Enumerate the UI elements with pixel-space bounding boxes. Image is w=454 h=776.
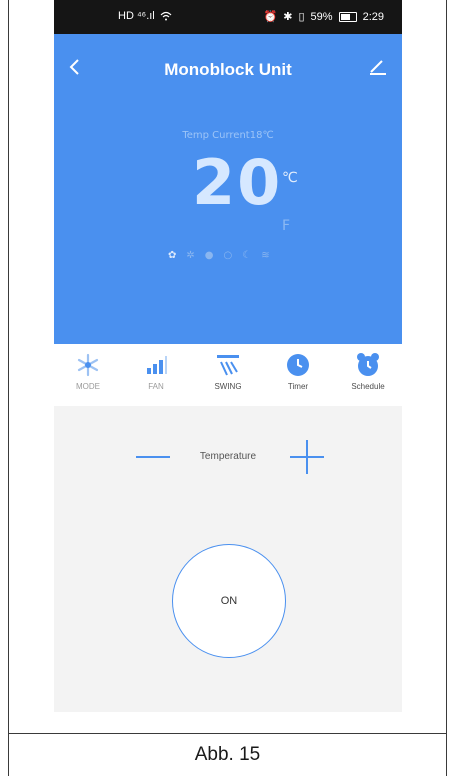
drop-icon: ●: [204, 250, 214, 261]
moon-icon: ☾: [242, 250, 252, 261]
pencil-icon[interactable]: [368, 56, 388, 76]
tab-swing-label: SWING: [214, 382, 242, 391]
mode-indicator-row: ✿ ✲ ● ○ ☾ ≋: [168, 250, 270, 261]
tab-mode[interactable]: MODE: [58, 350, 118, 391]
swing-icon: [198, 350, 258, 380]
status-left: HD ⁴⁶.ıl: [118, 10, 172, 22]
wifi-icon: [160, 11, 172, 21]
tab-swing[interactable]: SWING: [198, 350, 258, 391]
clock-time: 2:29: [362, 10, 384, 23]
signal-bars-icon: [126, 350, 186, 380]
status-right: ⏰ ✱ ▯ 59% 2:29: [263, 10, 384, 24]
set-temperature-value: 20: [192, 146, 283, 219]
snowflake-icon: [58, 350, 118, 380]
battery-icon: [338, 11, 357, 22]
function-tab-bar: MODE FAN SWING Timer Schedule: [54, 344, 402, 406]
tab-timer[interactable]: Timer: [268, 350, 328, 391]
alarm-clock-icon: [338, 350, 398, 380]
vibrate-icon: ▯: [298, 11, 305, 23]
fan-icon: ✲: [186, 250, 195, 261]
control-panel: Temperature ON: [54, 406, 402, 712]
tab-timer-label: Timer: [287, 382, 309, 391]
network-signal-text: HD ⁴⁶.ıl: [118, 10, 155, 22]
tab-fan-label: FAN: [148, 382, 164, 391]
unit-fahrenheit[interactable]: F: [282, 218, 290, 234]
tab-mode-label: MODE: [76, 382, 100, 391]
status-bar: HD ⁴⁶.ıl ⏰ ✱ ▯ 59% 2:29: [54, 0, 402, 34]
alarm-icon: ⏰: [263, 11, 278, 23]
temperature-display-panel: Monoblock Unit Temp Current18℃ 20 ℃ F ✿ …: [54, 34, 402, 344]
tab-fan[interactable]: FAN: [126, 350, 186, 391]
tab-schedule-label: Schedule: [351, 382, 385, 391]
unit-celsius[interactable]: ℃: [282, 170, 298, 186]
figure-caption: Abb. 15: [194, 744, 261, 765]
table-border-right: [446, 0, 447, 776]
tab-schedule[interactable]: Schedule: [338, 350, 398, 391]
current-temperature-label: Temp Current18℃: [182, 130, 274, 141]
power-button[interactable]: ON: [172, 544, 286, 658]
circle-icon: ○: [223, 250, 233, 261]
temperature-label: Temperature: [199, 451, 257, 462]
bluetooth-icon: ✱: [283, 11, 293, 23]
table-border-left: [8, 0, 9, 776]
clock-icon: [268, 350, 328, 380]
battery-percent: 59%: [310, 10, 333, 23]
phone-screenshot: HD ⁴⁶.ıl ⏰ ✱ ▯ 59% 2:29 Monoblock Unit T…: [54, 0, 402, 712]
plus-icon-vertical: [306, 440, 308, 474]
wave-icon: ≋: [261, 250, 270, 261]
gear-icon: ✿: [168, 250, 177, 261]
page-title: Monoblock Unit: [164, 60, 292, 79]
